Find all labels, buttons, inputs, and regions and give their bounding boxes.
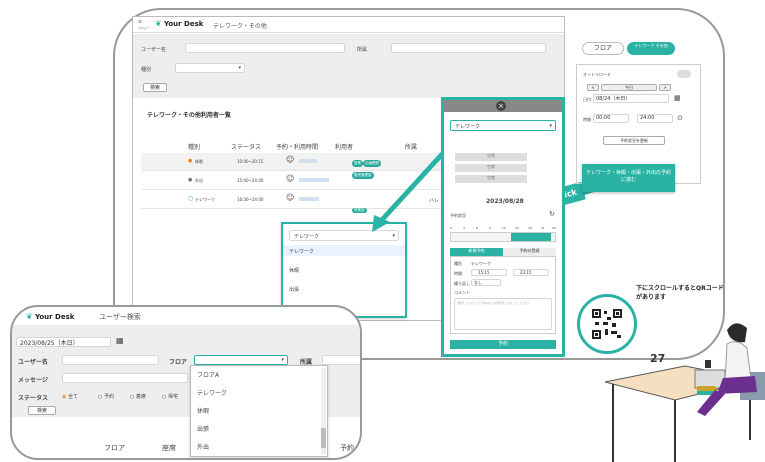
date-label: 日付 [583,97,591,102]
dropdown-option[interactable]: 休暇 [197,406,209,415]
hour-tick: 21 [541,226,545,230]
time-label: 時間 [583,117,591,122]
status-option-label: 全て [67,394,78,400]
type-select-value: テレワーク [455,124,481,130]
form-type-value: テレワーク [471,261,491,266]
form-time-label: 時間 [454,271,462,276]
auto-reload-label: オートリロード [583,72,611,77]
timeline-bar[interactable] [450,232,556,242]
status-label: 予約状況 [450,213,466,218]
clock-icon[interactable]: ⊙ [677,114,683,122]
comment-placeholder: 選択したいエリアやあなたの予定を入力してください [457,301,529,305]
dropdown-option[interactable]: 出張 [197,424,209,433]
form-type-label: 種別 [454,261,462,266]
dropdown-option[interactable]: テレワーク [197,388,227,397]
hour-tick: 6 [476,226,478,230]
zoom-col-reserve: 予約 [340,444,354,452]
zoom-user-label: ユーザー名 [18,359,48,366]
zoom-logo: ❦ Your Desk [26,312,74,321]
start-time-select[interactable]: 15:15 [471,269,507,276]
hour-tick: 12 [502,226,506,230]
status-radio-home[interactable]: ○ 帰宅 [162,393,178,400]
hour-tick: 3 [463,226,465,230]
status-option-label: 予約 [103,394,114,400]
status-radio-all[interactable]: ◉ 全て [62,393,78,400]
zoom-user-search: ❦ Your Desk ユーザー検索 2023/08/25（木日） ▦ ユーザー… [10,305,362,460]
chevron-down-icon: ▾ [281,357,284,363]
form-repeat-label: 繰り返し [454,281,470,286]
status-option-label: 着席 [135,394,146,400]
reserve-button[interactable]: 予約 [450,340,556,349]
hour-tick: 18 [528,226,532,230]
dropdown-option[interactable]: フロアA [197,370,219,379]
auto-reload-toggle[interactable] [677,70,691,78]
timeline-hours: 0 3 6 9 12 15 18 21 24 [450,226,556,231]
zoom-floor-dropdown[interactable]: フロアA テレワーク 休暇 出張 外出 [190,365,328,457]
tab-telework[interactable]: テレワーク その他 [627,42,675,55]
update-button[interactable]: 予約状況を更新 [603,136,665,145]
zoom-message-label: メッセージ [18,377,48,384]
slot[interactable]: 空席 [455,175,527,183]
time-start-select[interactable]: 00:00 [593,114,629,123]
repeat-select[interactable]: なし [471,279,501,286]
telework-cta-button[interactable]: テレワーク・休暇・出張・外出の予約に進む [582,164,675,192]
zoom-dept-input[interactable] [322,355,360,365]
zoom-date-input[interactable]: 2023/08/25（木日） [16,337,111,347]
tab-registered[interactable]: 予約の登録 [503,248,556,256]
calendar-icon[interactable]: ▦ [116,336,124,345]
time-end-select[interactable]: 24:00 [637,114,673,123]
scrollbar-thumb[interactable] [321,428,326,448]
dropdown-scrollbar[interactable] [321,368,326,454]
zoom-search-button[interactable]: 検索 [28,406,56,415]
refresh-icon[interactable]: ↻ [549,210,555,218]
close-icon[interactable]: × [496,101,506,111]
tab-new-reservation[interactable]: 新規予約 [450,248,503,256]
dropdown-option[interactable]: 外出 [197,442,209,451]
zoom-floor-label: フロア [169,359,188,366]
form-comment-label: コメント [454,290,470,295]
calendar-icon[interactable]: ▦ [674,94,681,102]
zoom-floor-select[interactable]: ▾ [194,355,288,365]
slot[interactable]: 空席 [455,164,527,172]
comment-textarea[interactable]: 選択したいエリアやあなたの予定を入力してください [454,298,552,330]
prev-button[interactable]: < [587,84,599,91]
status-radio-reserved[interactable]: ○ 予約 [98,393,114,400]
leaf-icon: ❦ [26,312,33,321]
timeline-reserved [511,233,551,241]
status-radio-seated[interactable]: ○ 着席 [130,393,146,400]
zoom-col-seat: 座席 [162,444,176,452]
hour-tick: 24 [552,226,556,230]
reservation-panel: × テレワーク ▾ 空席 空席 空席 2023/08/28 予約状況 ↻ 0 3… [441,97,565,357]
qr-note: 下にスクロールするとQRコードがあります [636,285,724,301]
zoom-user-input[interactable] [62,355,159,365]
hour-tick: 0 [450,226,452,230]
hour-tick: 15 [515,226,519,230]
today-button[interactable]: 今日 [601,84,657,91]
reservation-form: 種別 テレワーク 時間 15:15 23:15 繰り返し なし コメント 選択し… [450,256,556,334]
zoom-message-input[interactable] [62,373,188,383]
status-option-label: 帰宅 [167,394,178,400]
tab-floor[interactable]: フロア [582,42,624,55]
hour-tick: 9 [489,226,491,230]
person-illustration [605,323,765,462]
zoom-logo-text: Your Desk [34,313,75,321]
type-select[interactable]: テレワーク ▾ [450,120,556,131]
side-panel: フロア テレワーク その他 オートリロード < 今日 > 日付 08/24（木日… [571,30,701,220]
zoom-status-label: ステータス [18,395,49,402]
chevron-down-icon: ▾ [549,123,552,129]
zoom-col-floor: フロア [104,444,125,452]
zoom-title: ユーザー検索 [99,313,141,321]
end-time-select[interactable]: 23:15 [513,269,549,276]
panel-date: 2023/08/28 [486,198,524,205]
slot[interactable]: 空席 [455,153,527,161]
next-button[interactable]: > [659,84,671,91]
date-input[interactable]: 08/24（木日） [593,94,669,103]
